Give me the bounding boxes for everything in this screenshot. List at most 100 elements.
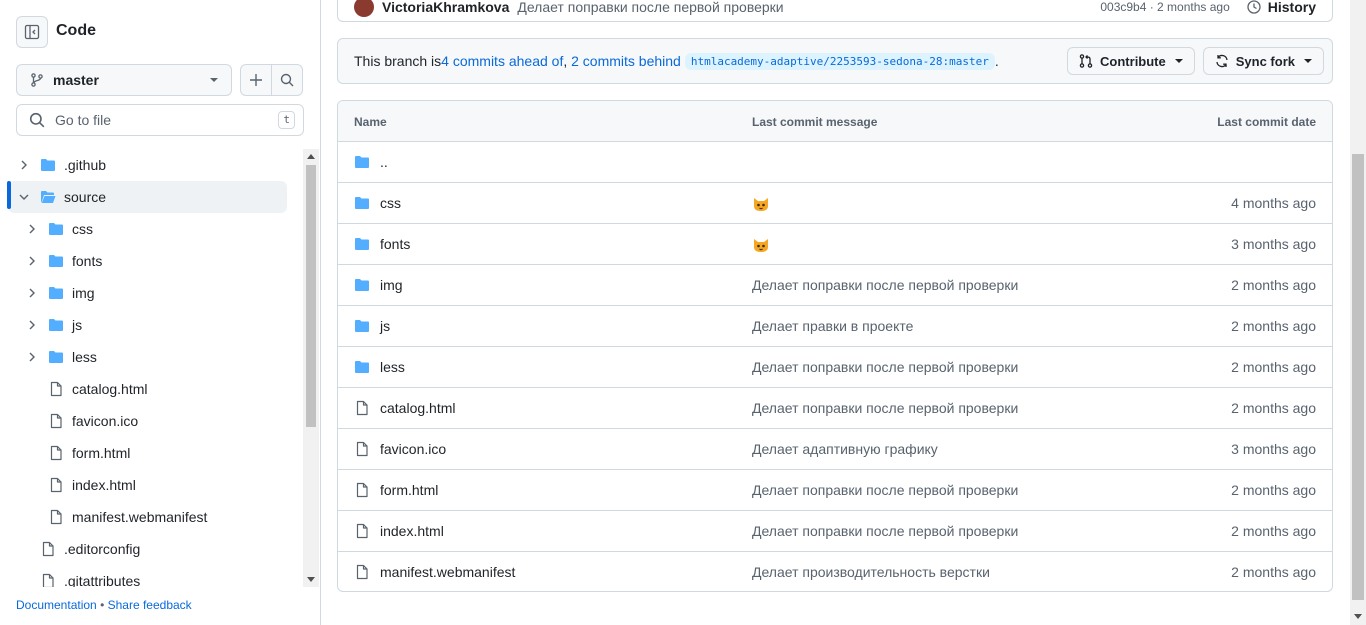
table-row[interactable]: index.html Делает поправки после первой п… (338, 511, 1332, 552)
folder-icon (41, 159, 55, 171)
tree-item-github[interactable]: .github (8, 149, 287, 181)
tree-item-js[interactable]: js (8, 309, 287, 341)
chevron-right-icon[interactable] (18, 159, 30, 171)
go-to-file-input[interactable] (53, 111, 279, 129)
file-name-link[interactable]: js (380, 318, 390, 334)
chevron-right-icon[interactable] (26, 223, 38, 235)
table-row[interactable]: form.html Делает поправки после первой пр… (338, 470, 1332, 511)
tree-item-label: fonts (72, 253, 103, 269)
table-row[interactable]: fonts 3 months ago (338, 224, 1332, 265)
commit-message-link[interactable]: Делает производительность верстки (752, 564, 990, 580)
file-name-link[interactable]: form.html (380, 482, 438, 498)
scroll-down-arrow[interactable] (1354, 614, 1362, 619)
plus-icon (250, 74, 262, 86)
file-name-link[interactable]: .. (380, 154, 388, 170)
scrollbar-thumb[interactable] (306, 165, 316, 427)
history-label: History (1267, 0, 1316, 15)
scroll-up-arrow[interactable] (307, 154, 315, 159)
sidebar-collapse-icon (24, 24, 40, 40)
page-scrollbar[interactable] (1350, 0, 1366, 625)
tree-item-less[interactable]: less (8, 341, 287, 373)
commit-message-link[interactable]: Делает поправки после первой проверки (752, 482, 1018, 498)
commit-message-link[interactable]: Делает поправки после первой проверки (752, 359, 1018, 375)
chevron-right-icon[interactable] (26, 287, 38, 299)
file-name-link[interactable]: index.html (380, 523, 444, 539)
chevron-right-icon[interactable] (26, 319, 38, 331)
commit-date: 2 months ago (1231, 482, 1316, 498)
scroll-down-arrow[interactable] (307, 577, 315, 582)
commit-message-link[interactable]: Делает поправки после первой проверки (752, 400, 1018, 416)
tree-item-index-html[interactable]: index.html (8, 469, 287, 501)
tree-item-manifest-webmanifest[interactable]: manifest.webmanifest (8, 501, 287, 533)
tree-item-fonts[interactable]: fonts (8, 245, 287, 277)
table-row[interactable]: .. (338, 142, 1332, 183)
file-name-link[interactable]: fonts (380, 236, 410, 252)
table-row[interactable]: less Делает поправки после первой проверк… (338, 347, 1332, 388)
tree-item-gitattributes[interactable]: .gitattributes (8, 565, 287, 587)
tree-item-img[interactable]: img (8, 277, 287, 309)
commit-message-emoji[interactable] (752, 195, 770, 213)
main-content: VictoriaKhramkova Делает поправки после … (321, 0, 1350, 625)
collapse-sidebar-button[interactable] (16, 16, 48, 48)
table-row[interactable]: manifest.webmanifest Делает производитель… (338, 552, 1332, 591)
commit-author[interactable]: VictoriaKhramkova (382, 0, 509, 15)
upstream-branch-chip[interactable]: htmlacademy-adaptive/2253593-sedona-28:m… (684, 52, 995, 70)
tree-item-form-html[interactable]: form.html (8, 437, 287, 469)
file-tree-sidebar: Code master t .github source css fonts img (0, 0, 321, 625)
chevron-down-icon[interactable] (18, 191, 30, 203)
commit-message-link[interactable]: Делает поправки после первой проверки (752, 523, 1018, 539)
commit-date: 4 months ago (1231, 195, 1316, 211)
share-feedback-link[interactable]: Share feedback (108, 598, 192, 612)
table-row[interactable]: img Делает поправки после первой проверки… (338, 265, 1332, 306)
folder-icon (49, 255, 63, 267)
cat-face-icon (754, 198, 768, 211)
commits-behind-link[interactable]: 2 commits behind (571, 53, 681, 69)
tree-item-source[interactable]: source (8, 181, 287, 213)
folder-icon (49, 351, 63, 363)
tree-item-label: index.html (72, 477, 136, 493)
tree-item-label: .github (64, 157, 107, 173)
chevron-right-icon[interactable] (26, 255, 38, 267)
table-row[interactable]: css 4 months ago (338, 183, 1332, 224)
commit-message-link[interactable]: Делает правки в проекте (752, 318, 913, 334)
file-icon (356, 441, 368, 457)
branch-selector[interactable]: master (16, 64, 232, 96)
tree-item-favicon-ico[interactable]: favicon.ico (8, 405, 287, 437)
tree-item-catalog-html[interactable]: catalog.html (8, 373, 287, 405)
banner-comma: , (563, 53, 568, 69)
file-name-link[interactable]: css (380, 195, 401, 211)
go-to-file-field[interactable]: t (16, 104, 304, 136)
contribute-button[interactable]: Contribute (1067, 47, 1195, 75)
tree-item-css[interactable]: css (8, 213, 287, 245)
search-code-button[interactable] (271, 64, 303, 96)
commit-message-link[interactable]: Делает адаптивную графику (752, 441, 938, 457)
file-name-link[interactable]: favicon.ico (380, 441, 446, 457)
commit-message-link[interactable]: Делает поправки после первой проверки (752, 277, 1018, 293)
scrollbar-thumb[interactable] (1352, 154, 1364, 600)
sync-fork-button[interactable]: Sync fork (1202, 47, 1324, 75)
table-row[interactable]: catalog.html Делает поправки после первой… (338, 388, 1332, 429)
tree-item-editorconfig[interactable]: .editorconfig (8, 533, 287, 565)
caret-down-icon (210, 78, 218, 82)
table-row[interactable]: js Делает правки в проекте 2 months ago (338, 306, 1332, 347)
file-name-link[interactable]: less (380, 359, 405, 375)
add-file-button[interactable] (240, 64, 272, 96)
commit-message-emoji[interactable] (752, 236, 770, 254)
chevron-right-icon[interactable] (26, 351, 38, 363)
column-header-date: Last commit date (1217, 115, 1316, 129)
documentation-link[interactable]: Documentation (16, 598, 97, 612)
commit-message[interactable]: Делает поправки после первой проверки (517, 0, 783, 15)
table-header: Name Last commit message Last commit dat… (338, 101, 1332, 142)
file-name-link[interactable]: manifest.webmanifest (380, 564, 515, 580)
banner-prefix: This branch is (354, 53, 442, 69)
file-tree-scrollbar[interactable] (303, 149, 319, 587)
file-name-link[interactable]: catalog.html (380, 400, 455, 416)
history-button[interactable]: History (1246, 0, 1316, 15)
file-listing-table: Name Last commit message Last commit dat… (337, 100, 1333, 592)
author-avatar[interactable] (354, 0, 374, 17)
commit-meta[interactable]: 003c9b4 · 2 months ago (1100, 0, 1229, 14)
branch-name: master (53, 72, 99, 88)
table-row[interactable]: favicon.ico Делает адаптивную графику 3 mo… (338, 429, 1332, 470)
file-name-link[interactable]: img (380, 277, 403, 293)
commits-ahead-link[interactable]: 4 commits ahead of (441, 53, 563, 69)
